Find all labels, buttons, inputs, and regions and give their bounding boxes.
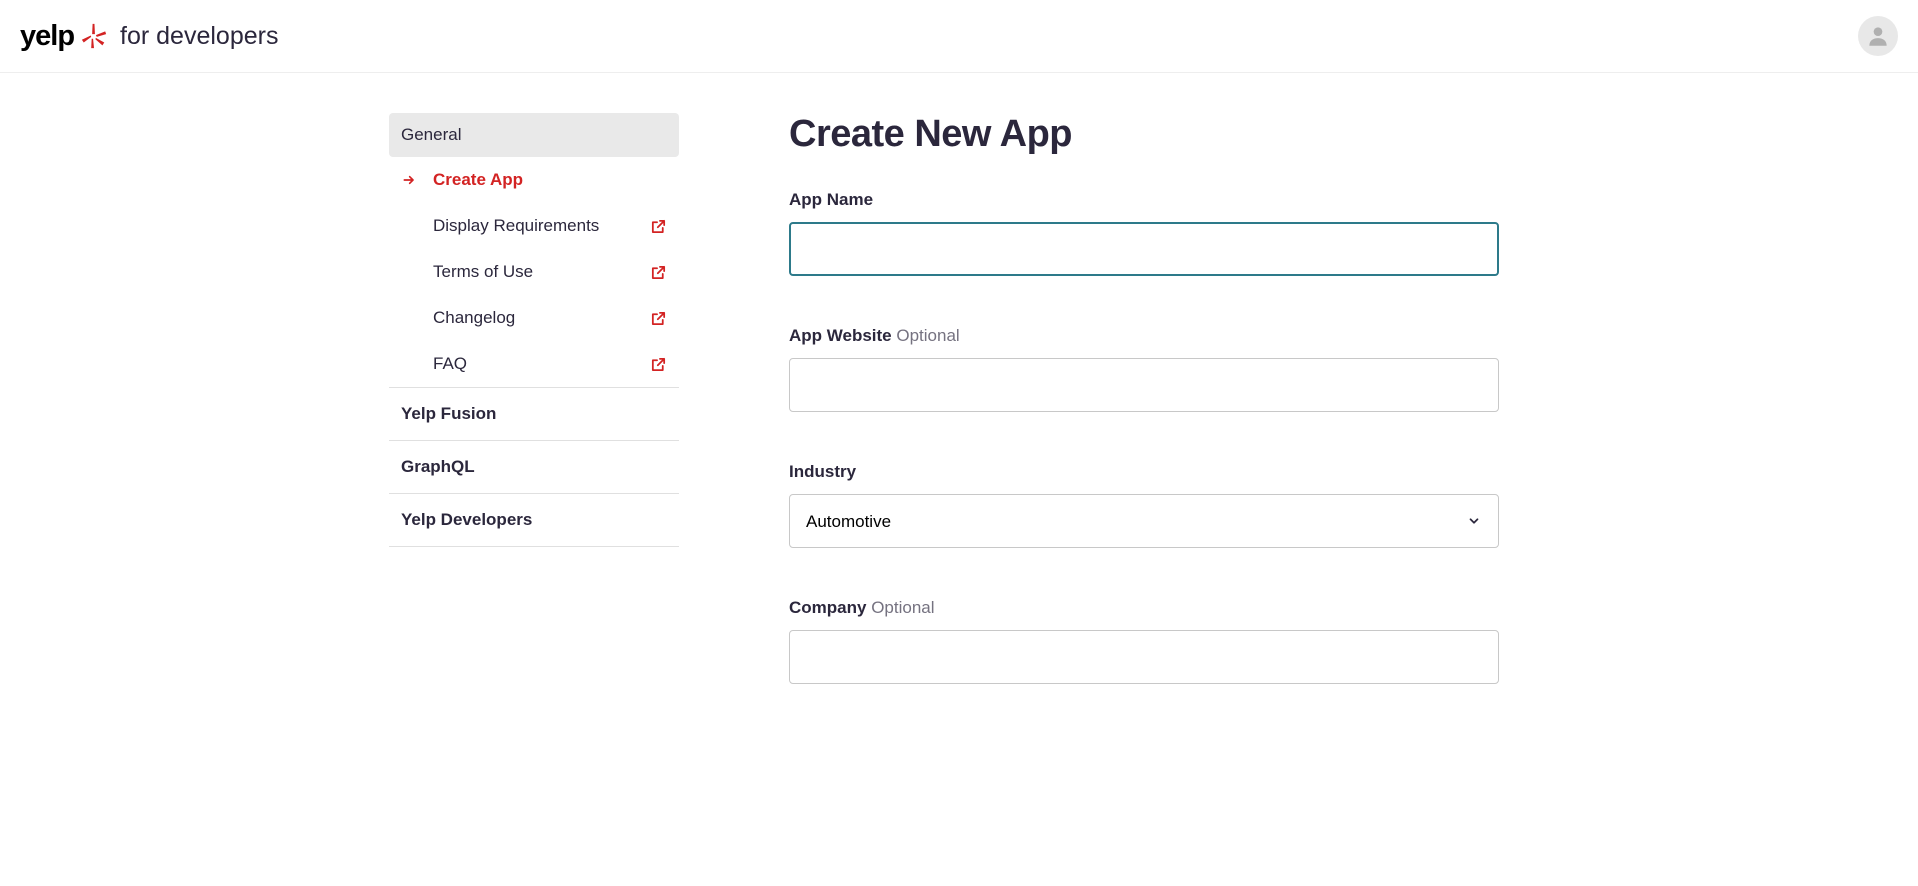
main-content: Create New App App Name App Website Opti… — [679, 113, 1499, 734]
optional-text: Optional — [871, 598, 934, 617]
sidebar-item-label: Terms of Use — [433, 262, 533, 282]
industry-select[interactable]: Automotive — [789, 494, 1499, 548]
sidebar-item-yelp-developers[interactable]: Yelp Developers — [389, 493, 679, 547]
app-website-input[interactable] — [789, 358, 1499, 412]
optional-text: Optional — [896, 326, 959, 345]
sidebar-item-changelog[interactable]: Changelog — [389, 295, 679, 341]
external-link-icon — [650, 218, 667, 235]
sidebar-section-general[interactable]: General — [389, 113, 679, 157]
sidebar-item-yelp-fusion[interactable]: Yelp Fusion — [389, 387, 679, 440]
app-name-input[interactable] — [789, 222, 1499, 276]
industry-label: Industry — [789, 462, 1499, 482]
external-link-icon — [650, 310, 667, 327]
page-title: Create New App — [789, 113, 1499, 156]
sidebar-item-graphql[interactable]: GraphQL — [389, 440, 679, 493]
yelp-burst-icon — [80, 22, 108, 50]
sidebar-item-terms-of-use[interactable]: Terms of Use — [389, 249, 679, 295]
sidebar-item-create-app[interactable]: Create App — [389, 157, 679, 203]
sidebar-item-label: FAQ — [433, 354, 467, 374]
user-avatar[interactable] — [1858, 16, 1898, 56]
sidebar-item-label: Display Requirements — [433, 216, 599, 236]
sidebar-item-label: Create App — [433, 170, 523, 190]
form-group-industry: Industry Automotive — [789, 462, 1499, 548]
sidebar: General Create App Display Requirements … — [389, 113, 679, 734]
tagline-text: for developers — [120, 22, 278, 51]
user-icon — [1865, 23, 1891, 49]
logo-area[interactable]: yelp for developers — [20, 20, 278, 53]
app-website-label: App Website Optional — [789, 326, 1499, 346]
external-link-icon — [650, 264, 667, 281]
top-header: yelp for developers — [0, 0, 1918, 73]
sidebar-item-faq[interactable]: FAQ — [389, 341, 679, 387]
form-group-company: Company Optional — [789, 598, 1499, 684]
form-group-app-name: App Name — [789, 190, 1499, 276]
sidebar-item-label: Changelog — [433, 308, 515, 328]
main-container: General Create App Display Requirements … — [259, 73, 1659, 734]
arrow-right-icon — [401, 172, 417, 188]
app-name-label: App Name — [789, 190, 1499, 210]
form-group-app-website: App Website Optional — [789, 326, 1499, 412]
external-link-icon — [650, 356, 667, 373]
sidebar-item-display-requirements[interactable]: Display Requirements — [389, 203, 679, 249]
company-label: Company Optional — [789, 598, 1499, 618]
company-input[interactable] — [789, 630, 1499, 684]
yelp-logo-text: yelp — [20, 20, 74, 53]
